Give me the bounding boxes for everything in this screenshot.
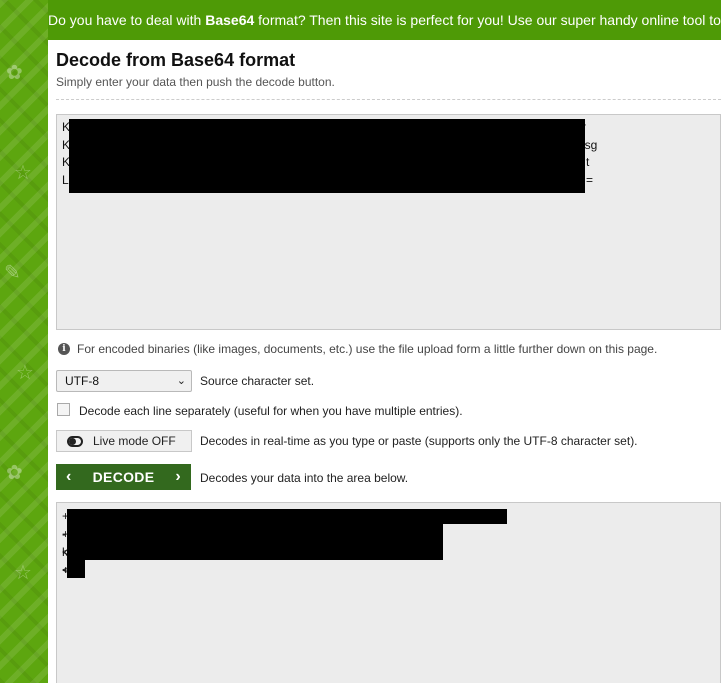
input-line-end: t <box>586 155 590 169</box>
decode-description: Decodes your data into the area below. <box>200 471 409 485</box>
redaction-block <box>69 119 585 193</box>
live-mode-label: Live mode OFF <box>93 434 176 448</box>
decode-each-line-checkbox[interactable] <box>57 403 70 416</box>
decode-button-label: DECODE <box>92 469 155 485</box>
doodle-icon: ☆ <box>16 362 34 384</box>
info-text: For encoded binaries (like images, docum… <box>77 342 658 356</box>
toggle-icon <box>67 435 83 447</box>
input-textarea[interactable]: K yr K lysg K t L = <box>56 114 721 330</box>
top-banner: Do you have to deal with Base64 format? … <box>48 0 721 40</box>
chevron-down-icon: ⌄ <box>176 375 186 387</box>
output-textarea[interactable]: + + - < k]> + < <box>56 502 721 683</box>
info-icon: i <box>58 343 70 355</box>
input-line-start: L <box>62 172 69 187</box>
doodle-icon: ✿ <box>6 62 23 84</box>
charset-selected-value: UTF-8 <box>65 374 99 388</box>
banner-text-before: Do you have to deal with <box>48 12 206 28</box>
chevron-right-icon: › <box>175 468 181 485</box>
doodle-icon: ☆ <box>14 162 32 184</box>
page-subtitle: Simply enter your data then push the dec… <box>56 75 335 89</box>
banner-text-after: format? Then this site is perfect for yo… <box>254 12 721 28</box>
page-title: Decode from Base64 format <box>56 50 296 70</box>
redaction-block <box>67 509 507 524</box>
doodle-icon: ☆ <box>14 562 32 584</box>
divider <box>56 99 721 100</box>
decode-button[interactable]: ‹ DECODE › <box>56 464 191 490</box>
decode-each-line-label[interactable]: Decode each line separately (useful for … <box>79 404 463 418</box>
chevron-left-icon: ‹ <box>66 468 72 485</box>
redaction-block <box>67 560 85 578</box>
info-row: i For encoded binaries (like images, doc… <box>58 342 657 356</box>
input-line-end: = <box>586 172 594 187</box>
doodle-icon: ✎ <box>4 262 21 284</box>
charset-label: Source character set. <box>200 374 315 388</box>
charset-select[interactable]: UTF-8 ⌄ <box>56 370 192 392</box>
banner-text-bold: Base64 <box>205 12 255 28</box>
live-mode-button[interactable]: Live mode OFF <box>56 430 192 452</box>
live-mode-description: Decodes in real-time as you type or past… <box>200 434 638 448</box>
background-pattern: ✿ ☆ ✎ ☆ ✿ ☆ <box>0 0 48 683</box>
output-line: + < <box>62 561 715 579</box>
redaction-block <box>67 524 443 560</box>
doodle-icon: ✿ <box>6 462 23 484</box>
main-panel: Decode from Base64 format Simply enter y… <box>48 40 721 683</box>
